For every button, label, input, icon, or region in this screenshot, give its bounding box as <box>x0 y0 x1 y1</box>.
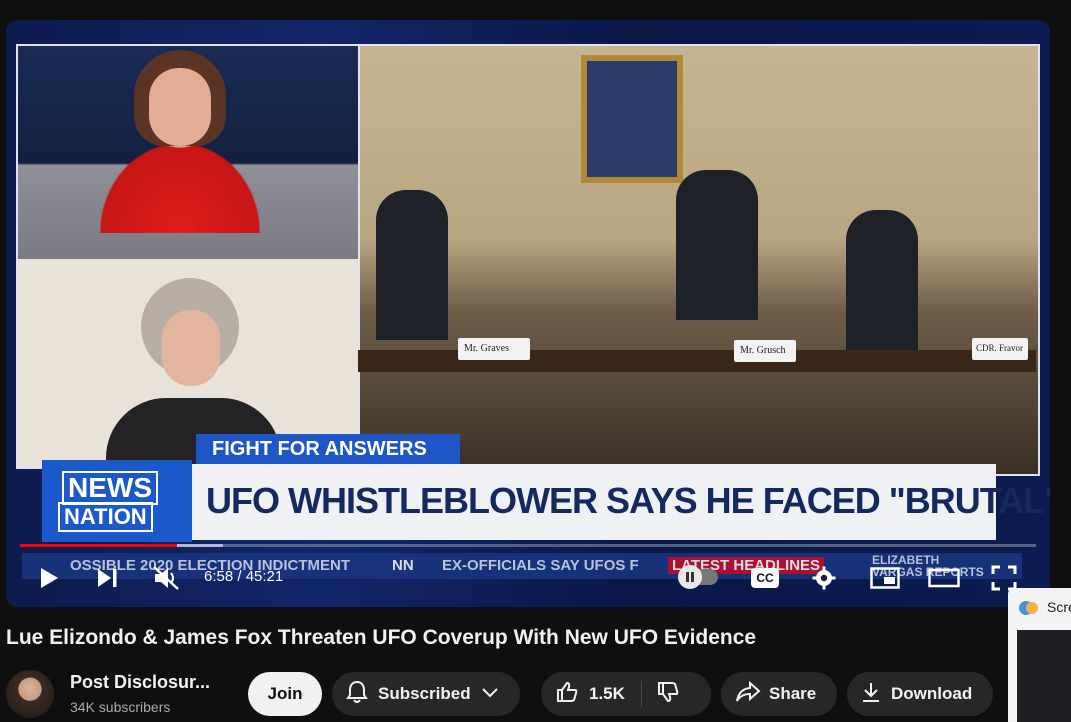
subscribed-button[interactable]: Subscribed <box>332 672 520 716</box>
headline-text: UFO WHISTLEBLOWER SAYS HE FACED "BRUTAL"… <box>206 480 1050 521</box>
miniplayer-icon[interactable] <box>870 567 900 589</box>
mute-icon[interactable] <box>152 565 180 591</box>
like-count: 1.5K <box>589 684 625 703</box>
progress-played <box>20 544 178 547</box>
subscribed-label: Subscribed <box>378 684 471 703</box>
subscriber-count: 34K subscribers <box>70 699 171 715</box>
autoplay-knob <box>678 565 702 589</box>
network-logo-line2: NATION <box>58 502 153 532</box>
captions-button[interactable]: CC <box>751 568 779 588</box>
nameplate-graves: Mr. Graves <box>458 338 530 360</box>
screenshot-card-label: Scre <box>1047 599 1071 615</box>
chevron-down-icon <box>481 684 499 704</box>
share-icon <box>735 680 761 708</box>
snipping-tool-icon <box>1018 598 1040 618</box>
share-label: Share <box>769 684 817 703</box>
share-button[interactable]: Share <box>721 672 837 716</box>
bell-icon <box>346 680 368 709</box>
witness-grusch <box>676 170 758 320</box>
video-player[interactable]: Mr. Graves Mr. Grusch CDR. Fravor FIGHT … <box>6 20 1050 607</box>
play-icon[interactable] <box>38 566 60 590</box>
ticker-item-2: EX-OFFICIALS SAY UFOS F <box>442 557 639 574</box>
witness-graves <box>376 190 448 340</box>
next-icon[interactable] <box>96 567 120 589</box>
wall-portrait <box>581 55 683 183</box>
download-button[interactable]: Download <box>847 672 993 716</box>
join-button[interactable]: Join <box>248 672 322 716</box>
ticker-nn: NN <box>392 557 414 574</box>
time-display: 6:58 / 45:21 <box>204 568 284 585</box>
top-bar <box>0 0 1071 20</box>
screenshot-thumbnail <box>1017 630 1071 722</box>
thumbs-down-icon <box>656 681 680 708</box>
network-logo-line1: NEWS <box>62 471 158 505</box>
like-dislike-group: 1.5K <box>541 672 711 716</box>
dislike-button[interactable] <box>656 680 680 709</box>
witness-fravor <box>846 210 918 360</box>
settings-gear-icon[interactable] <box>812 566 836 590</box>
channel-name[interactable]: Post Disclosur... <box>70 672 210 693</box>
anchor-face <box>149 68 211 146</box>
download-icon <box>861 681 881 708</box>
like-divider <box>640 681 642 707</box>
theater-mode-icon[interactable] <box>928 567 960 589</box>
lower-third-label: FIGHT FOR ANSWERS <box>212 438 427 460</box>
video-title: Lue Elizondo & James Fox Threaten UFO Co… <box>6 626 757 649</box>
progress-bar[interactable] <box>20 544 1036 547</box>
thumbs-up-icon <box>555 680 579 709</box>
nameplate-fravor: CDR. Fravor <box>972 338 1028 360</box>
like-button[interactable]: 1.5K <box>555 680 625 709</box>
channel-avatar[interactable] <box>6 670 54 718</box>
nameplate-grusch: Mr. Grusch <box>734 340 796 362</box>
guest-face <box>162 310 220 386</box>
download-label: Download <box>891 684 973 703</box>
join-label: Join <box>267 684 303 703</box>
